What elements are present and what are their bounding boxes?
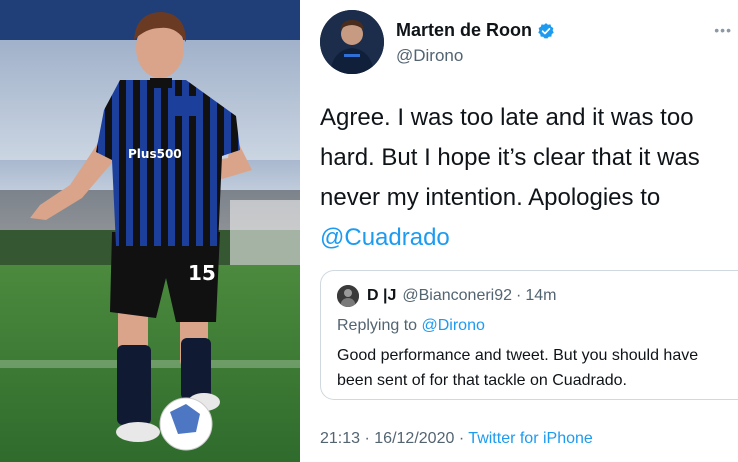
quoted-replying-to: Replying to @Dirono <box>337 317 485 335</box>
tweet-text: Agree. I was too late and it was too har… <box>320 98 730 258</box>
tweet-mention-link[interactable]: @Cuadrado <box>320 224 450 251</box>
quoted-tweet[interactable]: D |J @Bianconeri92 · 14m Replying to @Di… <box>320 270 738 400</box>
meta-separator-2: · <box>458 430 465 447</box>
quoted-author-avatar[interactable] <box>337 285 359 307</box>
replying-to-handle[interactable]: @Dirono <box>422 317 485 334</box>
shirt-number: 15 <box>188 261 216 285</box>
replying-to-label: Replying to <box>337 317 418 334</box>
quoted-author-handle[interactable]: @Bianconeri92 <box>402 287 512 305</box>
tweet-date[interactable]: 16/12/2020 <box>374 430 454 447</box>
tweet-text-main: Agree. I was too late and it was too har… <box>320 104 700 211</box>
meta-separator-1: · <box>364 430 370 447</box>
quoted-separator: · <box>516 287 522 304</box>
quoted-author-name[interactable]: D |J <box>367 287 396 305</box>
tweet-time[interactable]: 21:13 <box>320 430 360 447</box>
quoted-tweet-text: Good performance and tweet. But you shou… <box>337 347 699 389</box>
tweet-meta: 21:13 · 16/12/2020 · Twitter for iPhone <box>320 430 593 448</box>
author-handle[interactable]: @Dirono <box>396 46 463 66</box>
player-photo-illustration: 15 Plus500 <box>0 0 300 462</box>
shirt-sponsor: Plus500 <box>128 147 182 161</box>
more-icon[interactable]: ••• <box>714 22 732 38</box>
tweet-card: Marten de Roon @Dirono ••• Agree. I was … <box>306 0 738 462</box>
author-display-name[interactable]: Marten de Roon <box>396 20 532 41</box>
author-avatar[interactable] <box>320 10 384 74</box>
quoted-tweet-header: D |J @Bianconeri92 · 14m <box>337 285 556 307</box>
player-photo: 15 Plus500 <box>0 0 300 462</box>
quoted-timestamp[interactable]: 14m <box>525 287 556 305</box>
author-name-row[interactable]: Marten de Roon <box>396 20 555 41</box>
tweet-source-link[interactable]: Twitter for iPhone <box>468 430 593 447</box>
verified-badge-icon <box>537 22 555 40</box>
